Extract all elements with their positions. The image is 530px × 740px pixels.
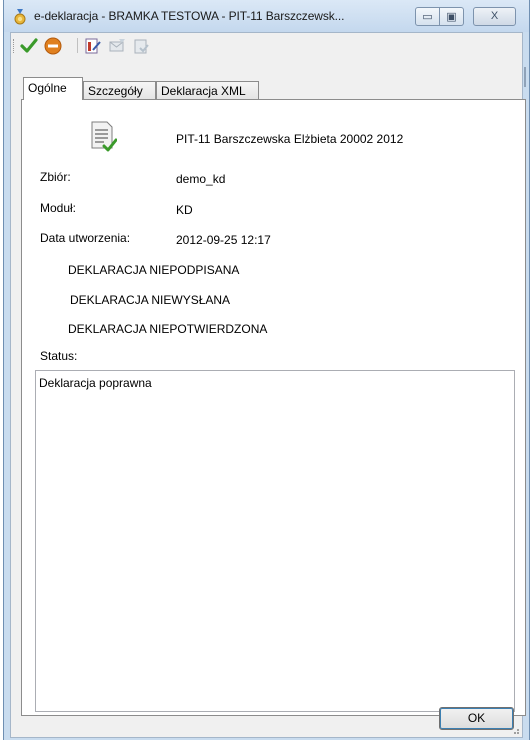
tab-deklaracja-xml[interactable]: Deklaracja XML xyxy=(156,81,259,100)
status-text: Deklaracja poprawna xyxy=(39,376,152,390)
toolbar-grip[interactable] xyxy=(13,39,15,53)
app-medal-icon xyxy=(14,9,26,25)
window-title: e-deklaracja - BRAMKA TESTOWA - PIT-11 B… xyxy=(34,9,345,23)
tab-label: Ogólne xyxy=(28,81,67,95)
orange-minus-icon[interactable] xyxy=(43,36,63,56)
module-value: KD xyxy=(176,203,193,217)
resize-grip-icon[interactable] xyxy=(510,725,520,735)
document-check-icon xyxy=(91,121,117,152)
created-date-value: 2012-09-25 12:17 xyxy=(176,233,271,247)
module-label: Moduł: xyxy=(40,201,77,215)
title-bar[interactable]: e-deklaracja - BRAMKA TESTOWA - PIT-11 B… xyxy=(4,0,529,32)
collection-value: demo_kd xyxy=(176,172,226,186)
tab-panel-ogolne: PIT-11 Barszczewska Elżbieta 20002 2012 … xyxy=(21,99,526,716)
minimize-button[interactable]: ▭ xyxy=(415,7,440,26)
state-unsent: DEKLARACJA NIEWYSŁANA xyxy=(70,293,231,307)
dialog-window: e-deklaracja - BRAMKA TESTOWA - PIT-11 B… xyxy=(3,0,530,740)
tab-szczegoly[interactable]: Szczegóły xyxy=(83,81,156,100)
close-icon: X xyxy=(490,10,499,22)
maximize-icon: ▣ xyxy=(446,11,457,23)
status-label: Status: xyxy=(40,349,78,363)
document-title: PIT-11 Barszczewska Elżbieta 20002 2012 xyxy=(176,132,404,146)
state-unconfirmed: DEKLARACJA NIEPOTWIERDZONA xyxy=(68,322,268,336)
created-date-label: Data utworzenia: xyxy=(40,231,131,245)
collection-label: Zbiór: xyxy=(40,170,71,184)
status-textbox[interactable]: Deklaracja poprawna xyxy=(35,370,515,712)
close-button[interactable]: X xyxy=(473,7,516,26)
toolbar-separator xyxy=(77,38,78,53)
maximize-button[interactable]: ▣ xyxy=(440,7,464,26)
sign-document-icon[interactable] xyxy=(83,36,103,56)
ok-button[interactable]: OK xyxy=(439,707,514,730)
tab-label: Szczegóły xyxy=(88,84,143,98)
tab-label: Deklaracja XML xyxy=(161,84,246,98)
state-unsigned: DEKLARACJA NIEPODPISANA xyxy=(68,263,240,277)
green-check-icon[interactable] xyxy=(19,36,39,56)
send-envelope-icon[interactable] xyxy=(107,36,127,56)
tab-ogolne[interactable]: Ogólne xyxy=(23,77,83,100)
upo-icon[interactable] xyxy=(131,36,151,56)
toolbar-edge xyxy=(524,67,526,87)
minimize-icon: ▭ xyxy=(422,11,433,23)
toolbar xyxy=(11,33,522,58)
client-area: Ogólne Szczegóły Deklaracja XML PIT-11 B… xyxy=(10,32,526,738)
